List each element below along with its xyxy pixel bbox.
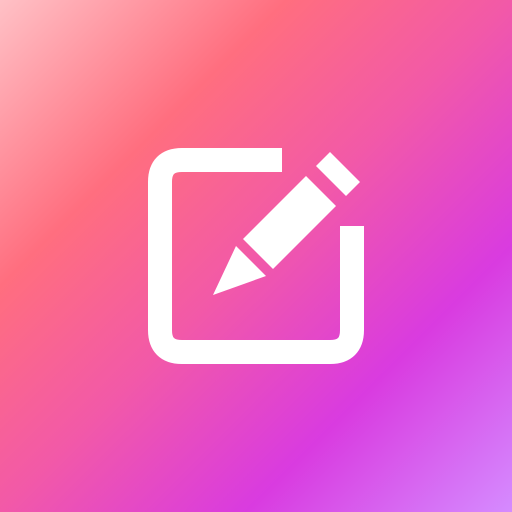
app-icon bbox=[0, 0, 512, 512]
edit-icon-artwork bbox=[0, 0, 512, 512]
gradient-background bbox=[0, 0, 512, 512]
